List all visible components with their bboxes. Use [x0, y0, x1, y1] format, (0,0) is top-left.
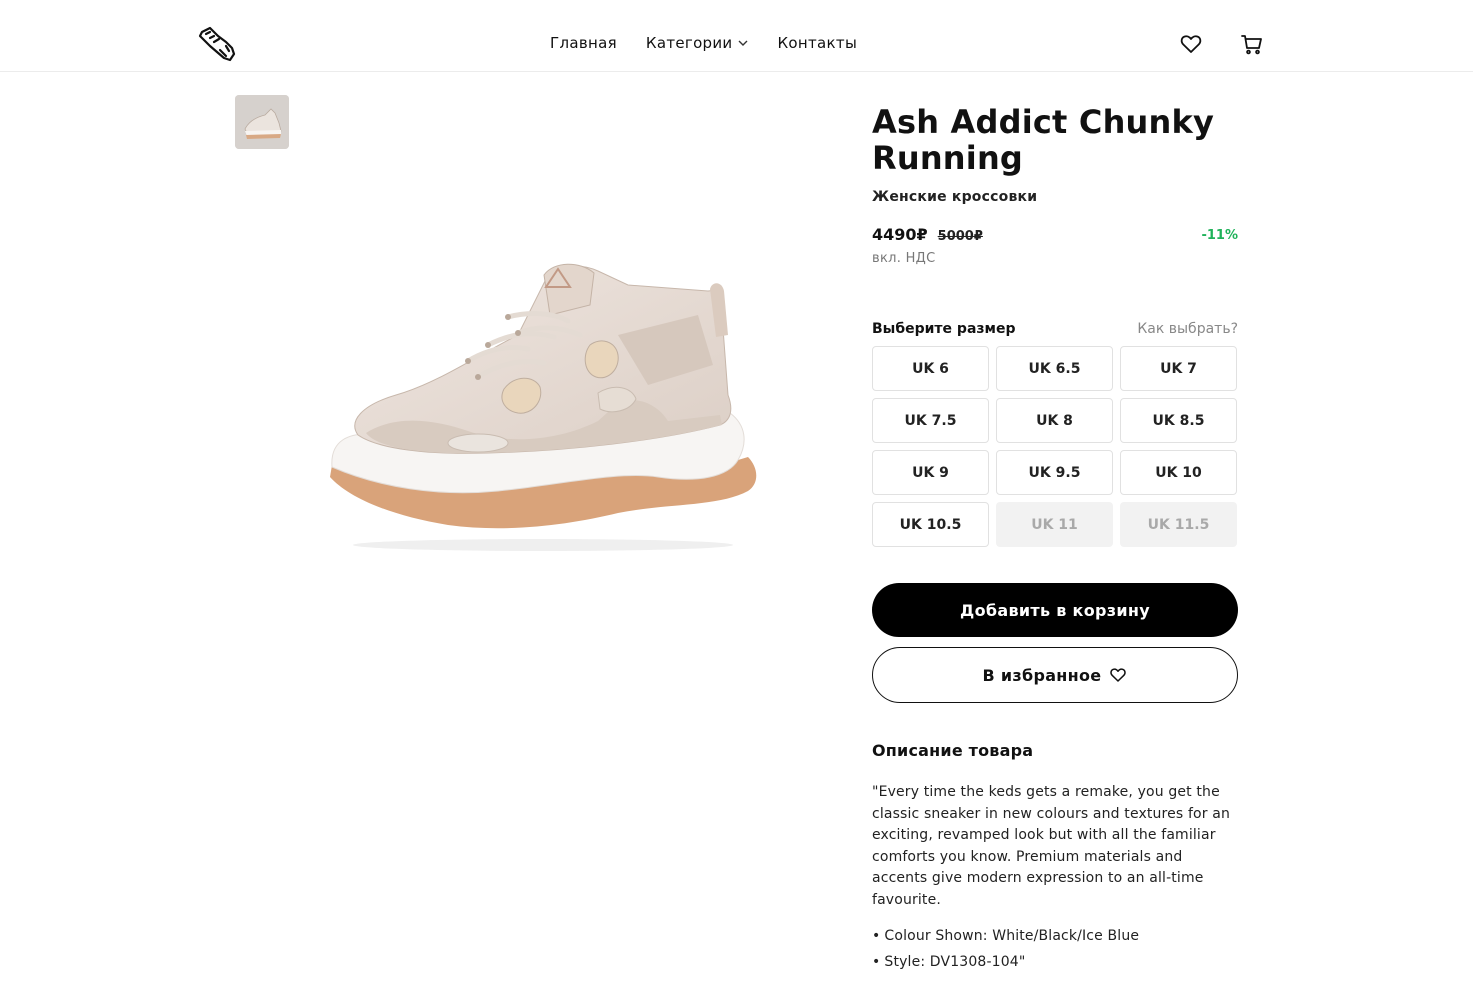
size-option[interactable]: UK 9.5: [996, 450, 1113, 495]
nav-home[interactable]: Главная: [550, 34, 617, 52]
nav-contacts-label: Контакты: [777, 34, 858, 52]
size-option-unavailable: UK 11.5: [1120, 502, 1237, 547]
detail-item: Style: DV1308-104": [872, 954, 1238, 970]
nav-contacts[interactable]: Контакты: [777, 34, 857, 52]
detail-item: Colour Shown: White/Black/Ice Blue: [872, 928, 1238, 944]
price-row: 4490₽ 5000₽ -11%: [872, 225, 1238, 245]
size-option[interactable]: UK 7.5: [872, 398, 989, 443]
product-image: [318, 245, 768, 555]
size-option[interactable]: UK 9: [872, 450, 989, 495]
description-title: Описание товара: [872, 741, 1034, 760]
chevron-down-icon: [738, 40, 748, 46]
heart-icon: [1110, 668, 1127, 682]
site-header: Главная Категории Контакты: [0, 0, 1473, 72]
nav-home-label: Главная: [550, 34, 617, 52]
product-thumbnail[interactable]: [235, 95, 289, 149]
size-option[interactable]: UK 10: [1120, 450, 1237, 495]
product-info: Ash Addict Chunky Running Женские кроссо…: [872, 104, 1238, 980]
size-option[interactable]: UK 8: [996, 398, 1113, 443]
add-to-favorites-button[interactable]: В избранное: [872, 647, 1238, 703]
add-to-cart-button[interactable]: Добавить в корзину: [872, 583, 1238, 637]
nav-categories[interactable]: Категории: [646, 34, 749, 52]
size-grid: UK 6 UK 6.5 UK 7 UK 7.5 UK 8 UK 8.5 UK 9…: [872, 346, 1238, 547]
discount-badge: -11%: [1201, 228, 1238, 243]
cart-icon[interactable]: [1240, 32, 1264, 56]
details-list: Colour Shown: White/Black/Ice Blue Style…: [872, 928, 1238, 970]
description-text: "Every time the keds gets a remake, you …: [872, 784, 1231, 908]
add-to-favorites-label: В избранное: [982, 665, 1102, 685]
heart-icon[interactable]: [1179, 32, 1203, 56]
size-option-unavailable: UK 11: [996, 502, 1113, 547]
main-nav: Главная Категории Контакты: [550, 34, 857, 52]
old-price: 5000₽: [937, 229, 983, 244]
size-option[interactable]: UK 8.5: [1120, 398, 1237, 443]
size-option[interactable]: UK 10.5: [872, 502, 989, 547]
nav-categories-label: Категории: [645, 34, 733, 52]
product-subtitle: Женские кроссовки: [872, 189, 1038, 205]
sneaker-logo-icon[interactable]: [196, 24, 238, 66]
size-guide-link[interactable]: Как выбрать?: [1137, 321, 1238, 337]
vat-note: вкл. НДС: [872, 251, 936, 266]
product-title: Ash Addict Chunky Running: [872, 103, 1215, 177]
size-option[interactable]: UK 6.5: [996, 346, 1113, 391]
current-price: 4490₽: [872, 225, 928, 244]
size-label: Выберите размер: [872, 321, 1016, 337]
size-option[interactable]: UK 7: [1120, 346, 1237, 391]
size-header: Выберите размер Как выбрать?: [872, 321, 1238, 337]
size-option[interactable]: UK 6: [872, 346, 989, 391]
